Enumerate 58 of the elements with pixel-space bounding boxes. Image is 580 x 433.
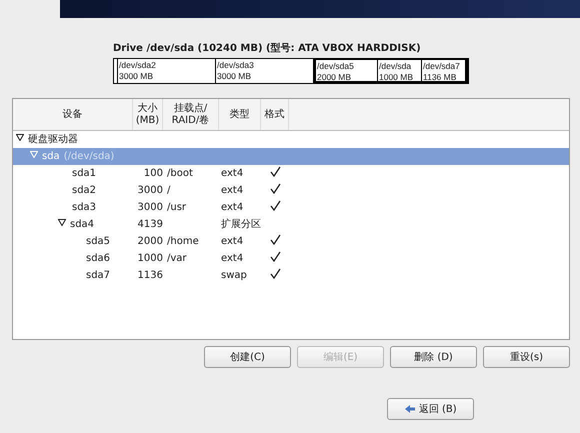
segment-size: 3000 MB [119,71,154,82]
column-header: 格式 [261,99,289,130]
size-cell-text: 1000 [136,252,163,266]
segment-size: 1136 MB [423,72,458,81]
segment-size: 1000 MB [379,72,414,81]
size-cell-text: 4139 [136,218,163,232]
tree-row[interactable]: sda5 2000 /home ext4 [13,233,569,250]
device-name: sda6 [86,252,110,266]
segment-name: /dev/sda5 [317,61,355,72]
tree-row[interactable]: sda2 3000 / ext4 [13,182,569,199]
type-cell-text: ext4 [221,201,244,215]
segment-name: /dev/sda7 [423,61,461,72]
type-cell-text: ext4 [221,184,244,198]
action-button[interactable]: 删除 (D) [390,346,477,368]
size-cell-text: 2000 [136,235,163,249]
column-header: 设备 [13,99,133,130]
device-name: sda5 [86,235,110,249]
device-name: sda7 [86,269,110,283]
tree-row[interactable]: sda6 1000 /var ext4 [13,250,569,267]
tree-row[interactable]: 硬盘驱动器 [13,131,569,148]
device-path: (/dev/sda) [64,150,114,164]
mount-cell-text: /var [166,252,188,266]
size-cell-text: 3000 [136,201,163,215]
mount-cell-text: /boot [166,167,194,181]
tree-row[interactable]: sda4 4139 扩展分区 [13,216,569,233]
column-header: 大小 (MB) [133,99,163,130]
tree-row[interactable]: sda3 3000 /usr ext4 [13,199,569,216]
type-cell-text: ext4 [221,167,244,181]
size-cell-text: 100 [142,167,163,181]
action-button[interactable]: 重设(s) [483,346,570,368]
segment-name: /dev/sda2 [119,60,157,71]
mount-cell-text: / [166,184,172,198]
segment-name: /dev/sda [379,61,412,72]
column-header: 类型 [219,99,261,130]
size-cell-text: 1136 [136,269,163,283]
type-cell-text: ext4 [221,235,244,249]
type-cell-text: swap [221,269,248,283]
mount-cell-text: /home [166,235,200,249]
size-cell-text: 3000 [136,184,163,198]
drive-title: Drive /dev/sda (10240 MB) (型号: ATA VBOX HARDDISK) [113,42,422,56]
segment-name: /dev/sda3 [217,60,255,71]
back-arrow-icon [404,404,416,414]
tree-row[interactable]: sda7 1136 swap [13,267,569,284]
device-name: 硬盘驱动器 [28,133,78,147]
type-cell-text: ext4 [221,252,244,266]
segment-size: 2000 MB [317,72,352,81]
back-button[interactable]: 返回 (B) [387,398,474,420]
tree-row[interactable]: sda1 100 /boot ext4 [13,165,569,182]
device-name: sda3 [72,201,96,215]
device-name: sda2 [72,184,96,198]
action-button[interactable]: 创建(C) [204,346,291,368]
column-header: 挂载点/ RAID/卷 [163,99,219,130]
device-name: sda1 [72,167,96,181]
mount-cell-text: /usr [166,201,188,215]
type-cell-text: 扩展分区 [221,218,261,232]
segment-size: 3000 MB [217,71,252,82]
device-name: sda [42,150,60,164]
device-name: sda4 [70,218,94,232]
